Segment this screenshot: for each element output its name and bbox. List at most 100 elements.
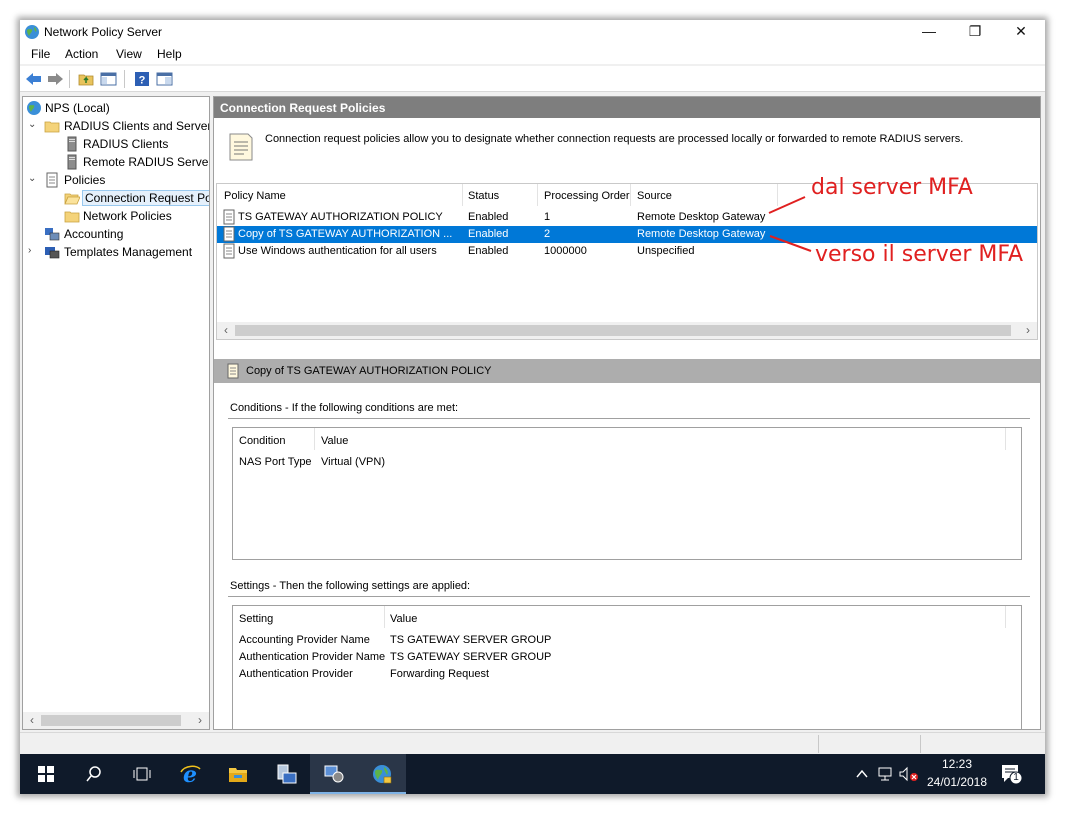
collapse-chevron-icon[interactable]: › [28, 245, 38, 256]
scroll-left-arrow-icon[interactable]: ‹ [24, 713, 40, 727]
toolbar-separator [69, 70, 70, 88]
open-folder-icon [64, 193, 80, 205]
scroll-thumb[interactable] [41, 715, 181, 726]
properties-pane-icon[interactable] [156, 71, 173, 87]
menu-bar: File Action View Help [20, 44, 1045, 64]
volume-muted-icon[interactable] [898, 766, 920, 782]
detail-header: Copy of TS GATEWAY AUTHORIZATION POLICY [214, 359, 1040, 383]
conditions-divider [228, 418, 1030, 420]
scroll-right-arrow-icon[interactable]: › [1020, 323, 1036, 337]
condition-value: Virtual (VPN) [321, 456, 385, 468]
accounting-icon [45, 228, 60, 241]
close-button[interactable]: ✕ [998, 20, 1044, 44]
show-hide-tree-icon[interactable] [100, 71, 117, 87]
taskbar-internet-explorer[interactable]: e [166, 754, 214, 794]
search-icon [86, 766, 101, 782]
column-header-status[interactable]: Status [468, 190, 499, 202]
annotation-verso-server: verso il server MFA [815, 242, 1024, 267]
templates-icon [45, 247, 60, 259]
description-text: Connection request policies allow you to… [265, 133, 964, 145]
tree-horizontal-scrollbar[interactable]: ‹ › [23, 712, 209, 729]
folder-icon [64, 211, 80, 223]
clock-date[interactable]: 24/01/2018 [922, 775, 992, 789]
clock-time[interactable]: 12:23 [922, 757, 992, 771]
settings-column-setting[interactable]: Setting [239, 613, 273, 625]
conditions-column-condition[interactable]: Condition [239, 435, 285, 447]
show-hidden-icons-chevron-icon[interactable] [855, 768, 869, 780]
policy-doc-icon [46, 172, 58, 188]
policy-doc-icon [223, 226, 235, 242]
document-icon [229, 133, 253, 161]
annotation-dal-server: dal server MFA [811, 175, 973, 200]
conditions-label: Conditions - If the following conditions… [230, 402, 459, 414]
column-header-source[interactable]: Source [637, 190, 672, 202]
expand-chevron-icon[interactable]: ⌄ [28, 119, 38, 130]
taskbar-file-explorer[interactable] [214, 754, 262, 794]
setting-name: Authentication Provider Name [239, 651, 386, 663]
nps-globe-icon [373, 765, 392, 784]
file-explorer-icon [229, 768, 247, 782]
taskbar: e 12:23 24/01/2018 1 [20, 754, 1045, 794]
expand-chevron-icon[interactable]: ⌄ [28, 173, 38, 184]
condition-name: NAS Port Type [239, 456, 312, 468]
column-header-policy-name[interactable]: Policy Name [224, 190, 286, 202]
settings-list: Setting Value Accounting Provider Name T… [232, 605, 1022, 729]
toolbar-separator [124, 70, 125, 88]
setting-value: Forwarding Request [390, 668, 490, 680]
scroll-left-arrow-icon[interactable]: ‹ [218, 323, 234, 337]
up-folder-icon[interactable] [78, 71, 95, 87]
menu-help[interactable]: Help [157, 47, 182, 61]
policy-row-selected[interactable]: Copy of TS GATEWAY AUTHORIZATION ... Ena… [217, 226, 1037, 243]
settings-label: Settings - Then the following settings a… [230, 580, 471, 592]
scroll-thumb[interactable] [235, 325, 1011, 336]
column-header-processing-order[interactable]: Processing Order [544, 190, 630, 202]
network-icon[interactable] [877, 766, 895, 782]
windows-logo-icon [38, 766, 54, 782]
taskbar-network-policy-server[interactable] [358, 754, 406, 794]
policy-row[interactable]: TS GATEWAY AUTHORIZATION POLICY Enabled … [217, 209, 1037, 226]
taskbar-server-manager[interactable] [262, 754, 310, 794]
task-view-icon [133, 767, 151, 781]
setting-name: Accounting Provider Name [239, 634, 370, 646]
nps-globe-icon [27, 101, 41, 115]
server-icon [67, 154, 77, 170]
internet-explorer-icon: e [180, 763, 201, 785]
action-center-button[interactable]: 1 [1000, 763, 1022, 785]
policy-doc-icon [223, 243, 235, 259]
restore-button[interactable]: ❐ [952, 20, 998, 44]
setting-value: TS GATEWAY SERVER GROUP [390, 634, 552, 646]
scroll-right-arrow-icon[interactable]: › [192, 713, 208, 727]
minimize-button[interactable]: — [906, 20, 952, 44]
menu-action[interactable]: Action [65, 47, 98, 61]
nps-globe-icon [25, 25, 39, 39]
console-tree: NPS (Local) ⌄ RADIUS Clients and Servers… [22, 96, 210, 730]
menu-file[interactable]: File [31, 47, 50, 61]
task-view-button[interactable] [118, 754, 166, 794]
folder-icon [44, 121, 60, 133]
pane-header: Connection Request Policies [214, 97, 1040, 118]
title-bar: Network Policy Server — ❐ ✕ [20, 20, 1045, 44]
detail-title: Copy of TS GATEWAY AUTHORIZATION POLICY [246, 365, 492, 377]
forward-arrow-icon[interactable] [47, 71, 64, 87]
policy-list-horizontal-scrollbar[interactable]: ‹ › [217, 322, 1037, 339]
menu-view[interactable]: View [116, 47, 142, 61]
svg-text:?: ? [139, 75, 146, 87]
policy-doc-icon [223, 209, 235, 225]
settings-column-value[interactable]: Value [390, 613, 417, 625]
conditions-list: Condition Value NAS Port Type Virtual (V… [232, 427, 1022, 560]
status-bar [20, 732, 1045, 754]
notification-count: 1 [1013, 772, 1019, 783]
description-box: Connection request policies allow you to… [216, 120, 1038, 180]
window-title: Network Policy Server [44, 25, 163, 39]
toolbar: ? [20, 66, 1045, 92]
conditions-column-value[interactable]: Value [321, 435, 348, 447]
back-arrow-icon[interactable] [25, 71, 42, 87]
setting-value: TS GATEWAY SERVER GROUP [390, 651, 552, 663]
server-manager-icon [277, 764, 297, 784]
start-button[interactable] [22, 754, 70, 794]
help-icon[interactable]: ? [134, 71, 151, 87]
settings-divider [228, 596, 1030, 598]
search-button[interactable] [70, 754, 118, 794]
policy-doc-icon [227, 363, 239, 379]
taskbar-active-app[interactable] [310, 754, 358, 794]
